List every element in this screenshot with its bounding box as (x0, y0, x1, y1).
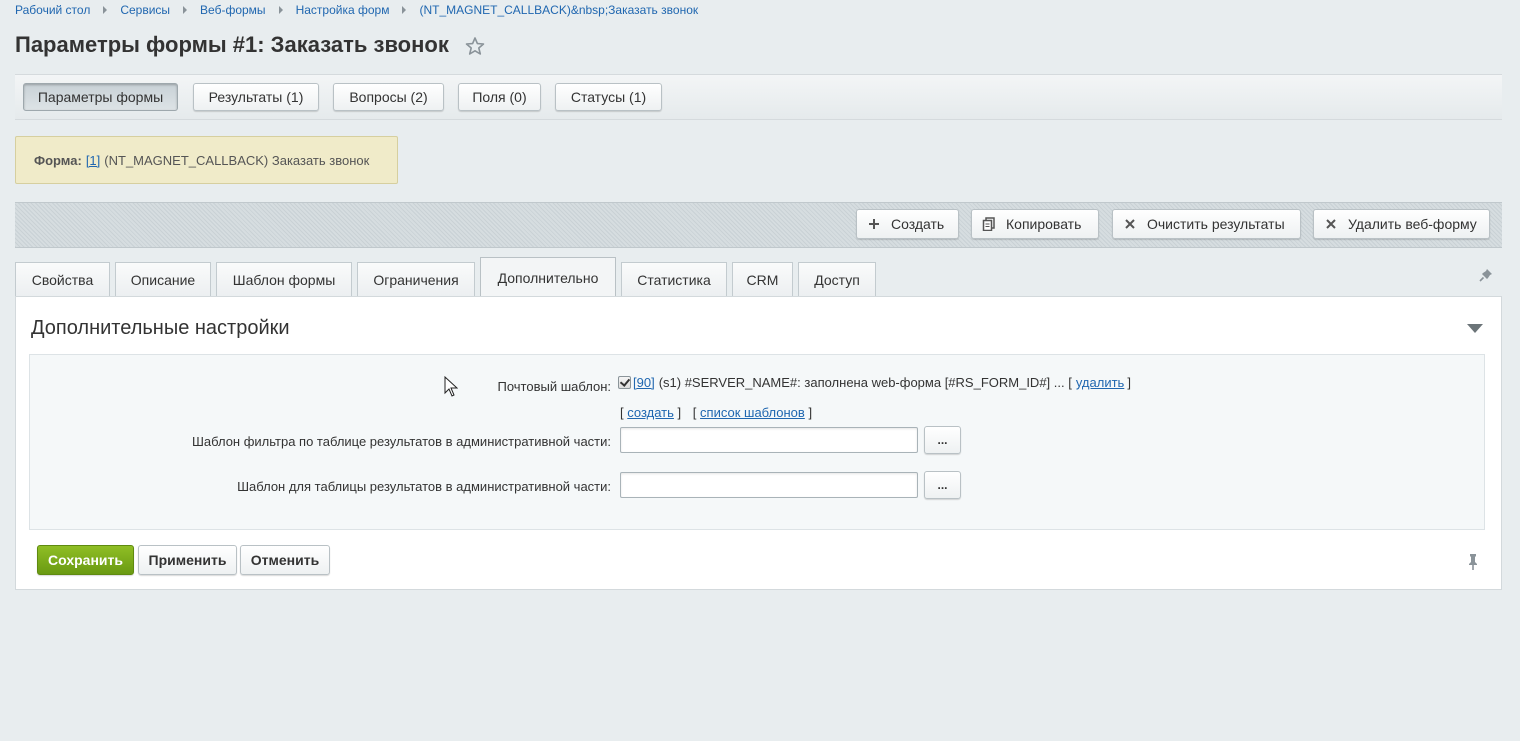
create-button-label: Создать (891, 216, 945, 232)
pin-icon[interactable] (1478, 267, 1494, 283)
plus-icon (869, 219, 879, 229)
collapse-arrow-icon[interactable] (1467, 324, 1483, 333)
top-navigation: Параметры формы Результаты (1) Вопросы (… (15, 74, 1502, 120)
bracket-open: [ (620, 405, 624, 420)
apply-button[interactable]: Применить (138, 545, 237, 575)
save-button[interactable]: Сохранить (37, 545, 134, 575)
breadcrumb-item-current-form[interactable]: (NT_MAGNET_CALLBACK)&nbsp;Заказать звоно… (419, 3, 698, 17)
close-icon (1326, 219, 1336, 229)
tab-statistics[interactable]: Статистика (621, 262, 727, 296)
breadcrumb-separator-icon (183, 6, 188, 14)
filter-template-label: Шаблон фильтра по таблице результатов в … (191, 434, 611, 449)
breadcrumb-item-desktop[interactable]: Рабочий стол (15, 3, 90, 17)
mail-template-checkbox[interactable] (618, 376, 631, 389)
mail-template-delete-link[interactable]: удалить (1076, 375, 1124, 390)
tab-properties[interactable]: Свойства (15, 262, 110, 296)
bracket-close: ] (677, 405, 682, 420)
copy-button-label: Копировать (1006, 216, 1082, 232)
table-template-label: Шаблон для таблицы результатов в админис… (237, 479, 611, 494)
mail-template-row: [90] (s1) #SERVER_NAME#: заполнена web-ф… (618, 375, 1131, 390)
mouse-cursor-icon (444, 376, 458, 397)
delete-webform-button[interactable]: Удалить веб-форму (1313, 209, 1490, 239)
form-id-link[interactable]: [1] (86, 153, 100, 168)
filter-template-browse-button[interactable]: ... (924, 426, 961, 454)
breadcrumb-item-form-settings[interactable]: Настройка форм (296, 3, 390, 17)
bracket-open: [ (692, 405, 697, 420)
tab-access[interactable]: Доступ (798, 262, 876, 296)
tab-crm[interactable]: CRM (732, 262, 793, 296)
tab-restrictions[interactable]: Ограничения (357, 262, 475, 296)
tab-description[interactable]: Описание (115, 262, 211, 296)
section-title: Дополнительные настройки (31, 317, 290, 339)
breadcrumb-separator-icon (103, 6, 108, 14)
bracket-close: ] (808, 405, 813, 420)
breadcrumb-item-webforms[interactable]: Веб-формы (200, 3, 266, 17)
topnav-fields[interactable]: Поля (0) (458, 83, 541, 111)
breadcrumb-separator-icon (278, 6, 283, 14)
topnav-questions[interactable]: Вопросы (2) (333, 83, 444, 111)
table-template-browse-button[interactable]: ... (924, 471, 961, 499)
mail-template-close-bracket: ] (1127, 375, 1131, 390)
action-toolbar: Создать Копировать Очистить результаты У… (15, 202, 1502, 248)
form-info-box: Форма: [1] (NT_MAGNET_CALLBACK) Заказать… (15, 136, 398, 184)
clear-results-button[interactable]: Очистить результаты (1112, 209, 1301, 239)
copy-button[interactable]: Копировать (971, 209, 1099, 239)
settings-form-area: Почтовый шаблон: [90] (s1) #SERVER_NAME#… (29, 354, 1485, 530)
mail-template-id-link[interactable]: [90] (633, 375, 655, 390)
tab-additional[interactable]: Дополнительно (480, 257, 616, 297)
copy-icon (982, 217, 995, 231)
topnav-statuses[interactable]: Статусы (1) (555, 83, 662, 111)
mail-template-label: Почтовый шаблон: (497, 379, 612, 394)
breadcrumb-item-services[interactable]: Сервисы (120, 3, 170, 17)
form-info-label: Форма: (34, 152, 82, 168)
delete-webform-label: Удалить веб-форму (1348, 216, 1477, 232)
form-info-text: (NT_MAGNET_CALLBACK) Заказать звонок (104, 152, 370, 168)
star-icon[interactable] (465, 36, 485, 56)
filter-template-input[interactable] (620, 427, 918, 453)
close-icon (1125, 219, 1135, 229)
mail-template-links: [ создать ] [ список шаблонов ] (620, 405, 812, 420)
topnav-results[interactable]: Результаты (1) (193, 83, 319, 111)
clear-results-label: Очистить результаты (1147, 216, 1285, 232)
template-list-link[interactable]: список шаблонов (700, 405, 805, 420)
cancel-button[interactable]: Отменить (240, 545, 330, 575)
additional-settings-panel: Дополнительные настройки Почтовый шаблон… (15, 296, 1502, 590)
breadcrumb-separator-icon (402, 6, 407, 14)
pin-icon[interactable] (1465, 553, 1481, 571)
mail-template-text: (s1) #SERVER_NAME#: заполнена web-форма … (658, 375, 1072, 390)
page-title: Параметры формы #1: Заказать звонок (15, 32, 449, 57)
tab-form-template[interactable]: Шаблон формы (216, 262, 352, 296)
topnav-form-params[interactable]: Параметры формы (23, 83, 178, 111)
breadcrumb: Рабочий стол Сервисы Веб-формы Настройка… (15, 3, 698, 17)
create-button[interactable]: Создать (856, 209, 959, 239)
create-template-link[interactable]: создать (627, 405, 674, 420)
table-template-input[interactable] (620, 472, 918, 498)
